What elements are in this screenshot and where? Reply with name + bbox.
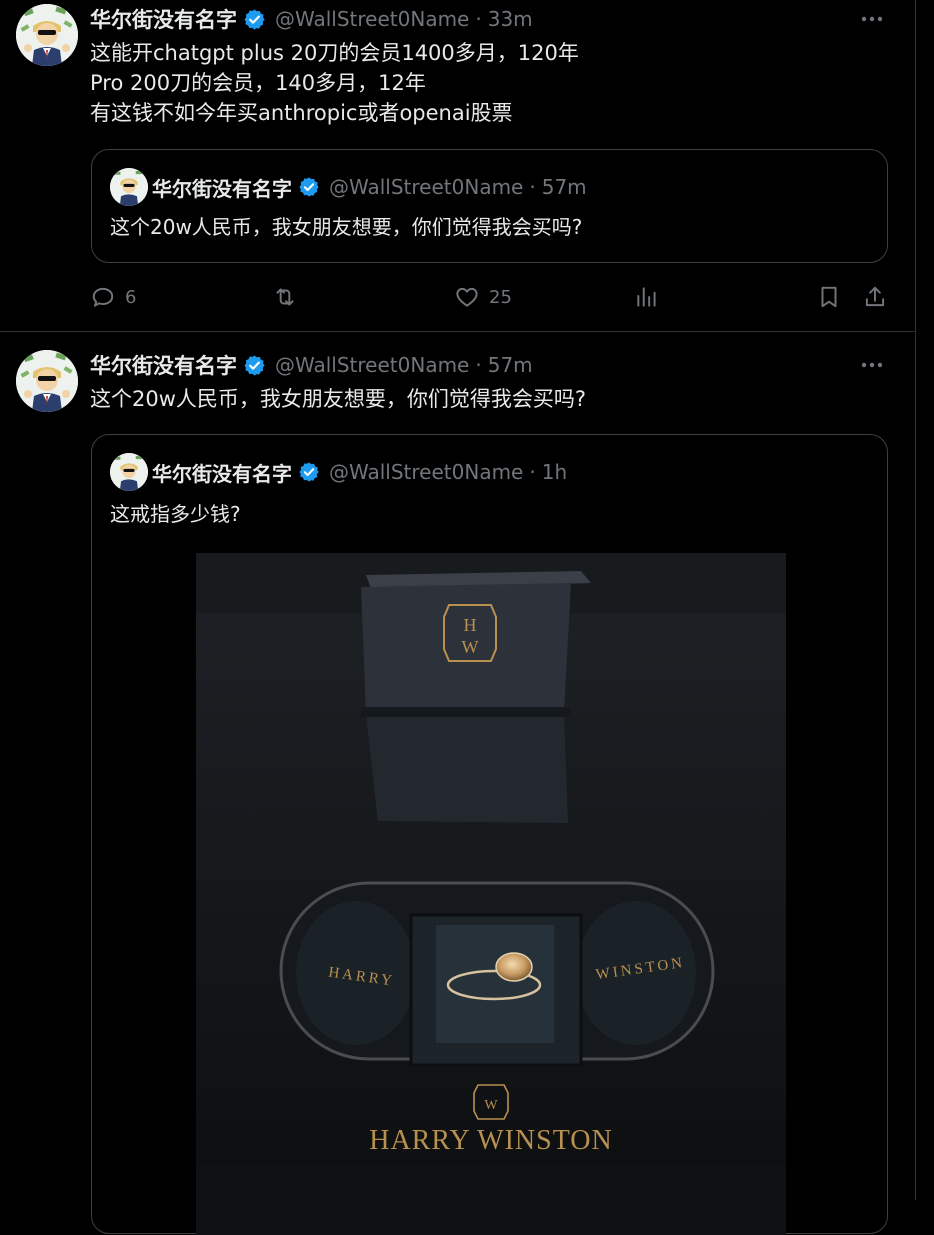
- ring-photo-image: H W HARRY WINSTON W HARRY WINSTON: [196, 553, 786, 1235]
- author-avatar[interactable]: [16, 4, 78, 66]
- timestamp[interactable]: 33m: [488, 7, 533, 31]
- quoted-author-name: 华尔街没有名字: [152, 176, 292, 201]
- more-button[interactable]: [857, 4, 887, 34]
- timestamp[interactable]: 57m: [488, 353, 533, 377]
- tweet-text-line: 这个20w人民币，我女朋友想要，你们觉得我会买吗?: [90, 387, 587, 411]
- more-button[interactable]: [857, 350, 887, 380]
- bookmark-icon: [821, 286, 837, 308]
- share-button[interactable]: [862, 280, 888, 314]
- bookmark-button[interactable]: [816, 280, 842, 314]
- quoted-tweet-text: 这个20w人民币，我女朋友想要，你们觉得我会买吗?: [110, 215, 583, 239]
- quoted-tweet-header: 华尔街没有名字 @WallStreet0Name · 1h: [152, 457, 567, 487]
- share-icon: [865, 286, 885, 307]
- tweet-text: 这个20w人民币，我女朋友想要，你们觉得我会买吗?: [90, 384, 586, 414]
- retweet-icon: [276, 288, 294, 306]
- author-handle[interactable]: @WallStreet0Name: [275, 7, 469, 31]
- tweet-text: 这能开chatgpt plus 20刀的会员1400多月，120年 Pro 20…: [90, 38, 579, 128]
- verified-icon: [244, 354, 265, 376]
- more-icon: [861, 362, 883, 368]
- more-icon: [861, 16, 883, 22]
- reply-icon: [92, 287, 114, 307]
- reply-count: 6: [125, 286, 137, 308]
- tweet-text-line: Pro 200刀的会员，140多月，12年: [90, 71, 426, 95]
- views-button[interactable]: [634, 280, 669, 314]
- reply-button[interactable]: 6: [90, 280, 136, 314]
- quoted-timestamp: 1h: [541, 460, 568, 484]
- timeline: 华尔街没有名字 @WallStreet0Name · 33m 这能开chatgp…: [0, 0, 916, 1235]
- tweet[interactable]: 华尔街没有名字 @WallStreet0Name · 57m 这个20w人民币，…: [0, 332, 915, 1235]
- quoted-author-name: 华尔街没有名字: [152, 461, 292, 486]
- author-name[interactable]: 华尔街没有名字: [90, 350, 237, 380]
- monogram-h: H: [464, 615, 477, 635]
- verified-icon: [299, 177, 319, 197]
- author-name[interactable]: 华尔街没有名字: [90, 4, 237, 34]
- author-handle[interactable]: @WallStreet0Name: [275, 353, 469, 377]
- quoted-tweet[interactable]: 华尔街没有名字 @WallStreet0Name · 57m 这个20w人民币，…: [91, 149, 888, 263]
- quoted-author-handle: @WallStreet0Name: [329, 460, 524, 484]
- quoted-tweet[interactable]: 华尔街没有名字 @WallStreet0Name · 1h 这戒指多少钱? H …: [91, 434, 888, 1235]
- quoted-author-avatar: [110, 168, 148, 206]
- separator-dot: ·: [529, 460, 536, 484]
- separator-dot: ·: [529, 175, 536, 199]
- verified-icon: [244, 8, 265, 30]
- retweet-button[interactable]: [272, 280, 307, 314]
- quoted-timestamp: 57m: [541, 175, 587, 199]
- verified-icon: [299, 462, 319, 482]
- tweet-header: 华尔街没有名字 @WallStreet0Name · 33m: [90, 4, 533, 34]
- quoted-tweet-header: 华尔街没有名字 @WallStreet0Name · 57m: [152, 172, 587, 202]
- monogram-w: W: [462, 637, 479, 657]
- quoted-author-handle: @WallStreet0Name: [329, 175, 524, 199]
- separator-dot: ·: [475, 353, 482, 377]
- quoted-author-avatar: [110, 453, 148, 491]
- svg-text:W: W: [484, 1098, 498, 1113]
- quoted-tweet-text: 这戒指多少钱?: [110, 502, 241, 526]
- like-count: 25: [489, 286, 512, 308]
- like-icon: [456, 287, 478, 307]
- tweet-text-line: 这能开chatgpt plus 20刀的会员1400多月，120年: [90, 41, 579, 65]
- tweet[interactable]: 华尔街没有名字 @WallStreet0Name · 33m 这能开chatgp…: [0, 0, 915, 332]
- like-button[interactable]: 25: [454, 280, 512, 314]
- author-avatar[interactable]: [16, 350, 78, 412]
- views-icon: [637, 287, 656, 307]
- brand-name-text: HARRY WINSTON: [369, 1125, 613, 1156]
- ring-photo[interactable]: H W HARRY WINSTON W HARRY WINSTON: [196, 553, 786, 1235]
- separator-dot: ·: [475, 7, 482, 31]
- action-bar: 6 25: [90, 280, 890, 314]
- tweet-header: 华尔街没有名字 @WallStreet0Name · 57m: [90, 350, 533, 380]
- tweet-text-line: 有这钱不如今年买anthropic或者openai股票: [90, 101, 513, 125]
